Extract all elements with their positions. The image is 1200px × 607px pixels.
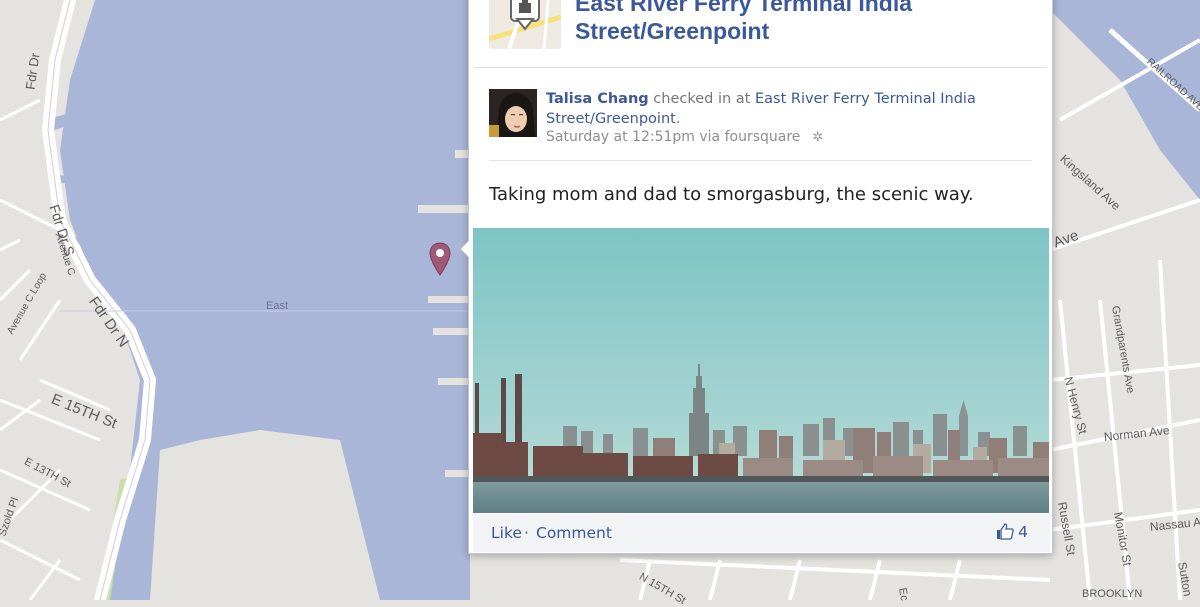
checkin-text: checked in at (648, 91, 755, 107)
place-title[interactable]: East River Ferry Terminal India Street/G… (575, 0, 1035, 45)
post-message: Taking mom and dad to smorgasburg, the s… (489, 184, 974, 205)
action-bar: Like · Comment 4 (473, 514, 1050, 552)
map-label-east-river: East (266, 300, 289, 312)
divider (474, 67, 1047, 68)
thumbs-up-icon (997, 523, 1014, 540)
map-label-brooklyn: BROOKLYN (1082, 588, 1143, 600)
comment-link[interactable]: Comment (536, 524, 612, 542)
post-photo[interactable] (473, 228, 1049, 513)
action-separator: · (524, 524, 529, 542)
location-pin-icon[interactable] (429, 242, 451, 276)
checkin-popup: East River Ferry Terminal India Street/G… (460, 0, 1053, 554)
like-count[interactable]: 4 (996, 523, 1028, 541)
like-count-value: 4 (1018, 523, 1028, 541)
privacy-settings-icon[interactable]: ✲ (812, 130, 823, 145)
author-name-link[interactable]: Talisa Chang (546, 91, 649, 107)
avatar[interactable] (489, 89, 537, 137)
checkin-story: Talisa Chang checked in at East River Fe… (546, 89, 1016, 129)
map-label-eckford: Ec (896, 586, 911, 602)
like-link[interactable]: Like (491, 524, 522, 542)
story-period: . (675, 111, 681, 127)
timestamp[interactable]: Saturday at 12:51pm via foursquare (546, 129, 800, 145)
divider (489, 160, 1032, 161)
place-map-thumbnail-icon[interactable] (489, 0, 561, 49)
post-meta: Saturday at 12:51pm via foursquare ✲ (546, 129, 823, 145)
